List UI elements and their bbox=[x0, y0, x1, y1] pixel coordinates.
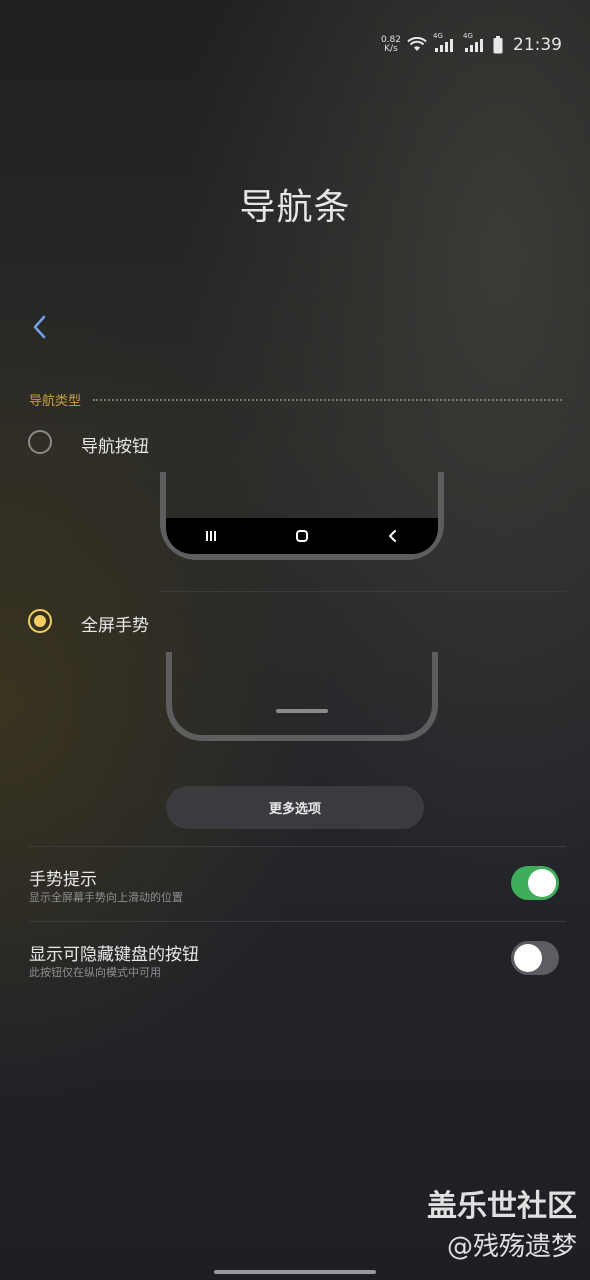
setting-subtitle-gesture-hint: 显示全屏幕手势向上滑动的位置 bbox=[29, 891, 183, 904]
chevron-left-icon bbox=[33, 315, 46, 339]
navigation-buttons-preview[interactable] bbox=[160, 472, 444, 560]
option-label-fullscreen-gestures: 全屏手势 bbox=[81, 616, 149, 636]
gesture-bar bbox=[276, 709, 328, 713]
toggle-knob bbox=[528, 869, 556, 897]
gesture-hint-toggle[interactable] bbox=[511, 866, 559, 900]
option-label-navigation-buttons: 导航按钮 bbox=[81, 437, 149, 457]
wifi-icon bbox=[407, 37, 427, 51]
radio-fullscreen-gestures[interactable] bbox=[28, 609, 52, 633]
signal-bars-icon bbox=[435, 39, 453, 52]
setting-title-keyboard-hide-button: 显示可隐藏键盘的按钮 bbox=[29, 945, 199, 965]
home-icon bbox=[295, 530, 308, 542]
setting-title-gesture-hint: 手势提示 bbox=[29, 870, 97, 890]
watermark-author: @残殇遗梦 bbox=[446, 1232, 577, 1262]
recents-icon bbox=[206, 531, 217, 541]
signal-1: 4G bbox=[433, 32, 457, 53]
network-speed-unit: K/s bbox=[384, 44, 398, 54]
radio-navigation-buttons[interactable] bbox=[28, 430, 52, 454]
section-divider bbox=[93, 398, 562, 401]
signal-bars-icon bbox=[465, 39, 483, 52]
network-speed: 0.82 K/s bbox=[381, 36, 401, 54]
back-button[interactable] bbox=[28, 312, 54, 342]
divider bbox=[29, 846, 566, 847]
status-time: 21:39 bbox=[513, 35, 562, 55]
preview-navbar bbox=[166, 518, 438, 554]
keyboard-hide-button-toggle[interactable] bbox=[511, 941, 559, 975]
status-bar: 0.82 K/s 4G 4G 21:39 bbox=[381, 30, 562, 60]
setting-subtitle-keyboard-hide-button: 此按钮仅在纵向模式中可用 bbox=[29, 966, 161, 979]
fullscreen-gestures-preview[interactable] bbox=[166, 652, 438, 741]
back-nav-icon bbox=[388, 530, 396, 542]
page-title: 导航条 bbox=[239, 187, 351, 228]
section-label: 导航类型 bbox=[29, 394, 82, 409]
battery-icon bbox=[493, 36, 503, 54]
toggle-knob bbox=[514, 944, 542, 972]
divider bbox=[160, 591, 566, 592]
divider bbox=[29, 921, 566, 922]
watermark-title: 盖乐世社区 bbox=[427, 1189, 577, 1224]
home-indicator[interactable] bbox=[214, 1270, 376, 1274]
more-options-button[interactable]: 更多选项 bbox=[166, 786, 424, 829]
section-header: 导航类型 bbox=[29, 390, 562, 409]
signal-2: 4G bbox=[463, 32, 487, 53]
